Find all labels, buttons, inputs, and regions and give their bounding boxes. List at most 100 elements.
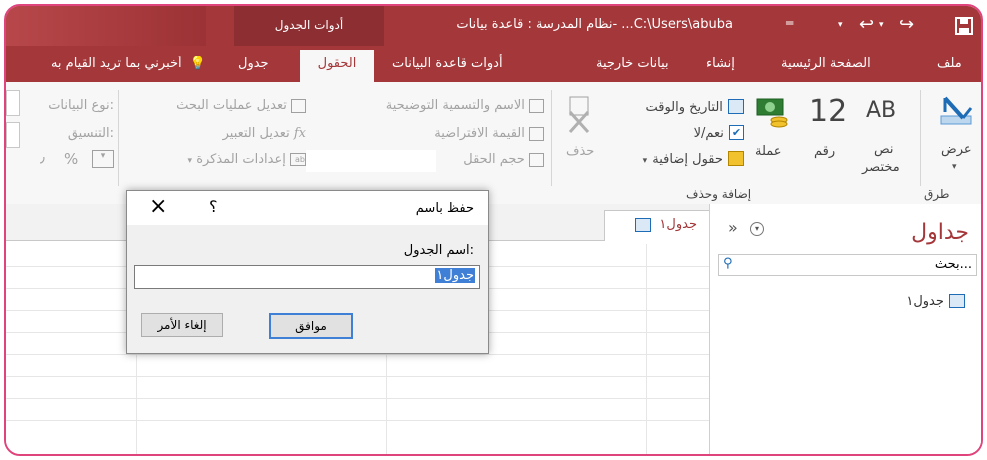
nav-search-box[interactable]: بحث... ⚲ [718, 254, 977, 276]
lightbulb-icon: 💡 [189, 56, 206, 71]
number-button[interactable]: رقم [814, 144, 835, 159]
table-icon [635, 218, 651, 232]
dialog-title-bar: حفظ باسم ؟ × [127, 191, 488, 225]
delete-icon [568, 96, 590, 134]
nav-item-label: جدول١ [906, 294, 944, 309]
app-window: ↪ ▾ ↩ ▾ ═ نظام المدرسة : قاعدة بيانات- .… [4, 4, 983, 456]
nav-item-table1[interactable]: جدول١ [906, 290, 965, 309]
tab-create[interactable]: إنشاء [706, 56, 735, 71]
default-value-button[interactable]: القيمة الافتراضية [324, 126, 544, 141]
table-tools-header: أدوات الجدول [234, 6, 384, 46]
tab-database-tools[interactable]: أدوات قاعدة البيانات [392, 56, 503, 71]
calendar-icon [728, 99, 744, 114]
checkbox-icon: ✔ [729, 125, 744, 140]
format-label: التنسيق: [67, 126, 114, 141]
ribbon-tabs: ملف الصفحة الرئيسية إنشاء بيانات خارجية … [6, 46, 981, 82]
table-tools-label: أدوات الجدول [274, 18, 344, 32]
more-fields-button[interactable]: ▾ حقول إضافية [624, 148, 744, 167]
more-fields-icon [728, 151, 744, 166]
collapse-pane-icon[interactable]: » [728, 218, 738, 237]
grid-row-line [6, 354, 712, 355]
title-bar: ↪ ▾ ↩ ▾ ═ نظام المدرسة : قاعدة بيانات- .… [6, 6, 981, 46]
navigation-pane: جداول » ▾ بحث... ⚲ جدول١ [709, 204, 981, 454]
group-divider-3 [118, 90, 119, 186]
default-value-icon [529, 126, 544, 141]
cancel-button[interactable]: إلغاء الأمر [141, 313, 223, 337]
short-text-label-1[interactable]: نص [874, 142, 894, 157]
view-button[interactable]: عرض [941, 142, 972, 157]
chevron-down-icon: ▾ [187, 156, 193, 166]
document-tab-label: جدول١ [659, 217, 697, 232]
search-icon[interactable]: ⚲ [723, 256, 733, 271]
currency-button[interactable]: عملة [755, 144, 782, 159]
name-caption-label: الاسم والتسمية التوضيحية [385, 98, 525, 113]
ok-button[interactable]: موافق [269, 313, 353, 339]
datetime-label: التاريخ والوقت [645, 100, 723, 115]
tell-me-box[interactable]: أخبرني بما تريد القيام به 💡 [6, 56, 206, 71]
data-type-dropdown[interactable] [6, 90, 20, 116]
name-caption-icon [529, 98, 544, 113]
yes-no-button[interactable]: نعم/لا ✔ [656, 122, 744, 141]
group-divider-2 [551, 90, 552, 186]
nav-pane-title: جداول [911, 220, 969, 245]
memo-settings-label: إعدادات المذكرة [196, 152, 286, 167]
percent-button[interactable]: % [64, 150, 78, 168]
format-dropdown[interactable] [6, 122, 20, 148]
field-size-label: حجم الحقل [463, 152, 525, 167]
table-name-value: جدول١ [435, 268, 475, 283]
modify-expression-label: تعديل التعبير [222, 126, 290, 141]
fx-icon: fx [293, 126, 306, 141]
undo-dropdown-icon[interactable]: ▾ [838, 20, 843, 30]
group-divider [920, 90, 921, 186]
grid-row-line [6, 376, 712, 377]
nav-menu-icon[interactable]: ▾ [750, 222, 764, 236]
short-text-icon: AB [866, 98, 897, 123]
tab-fields[interactable]: الحقول [300, 50, 374, 82]
grid-row-line [6, 398, 712, 399]
help-button[interactable]: ؟ [209, 197, 218, 216]
table-name-input[interactable]: جدول١ [134, 265, 480, 289]
window-title: نظام المدرسة : قاعدة بيانات- ...C:\Users… [456, 17, 733, 32]
modify-lookups-label: تعديل عمليات البحث [176, 98, 287, 113]
tab-table[interactable]: جدول [238, 56, 269, 71]
datetime-button[interactable]: التاريخ والوقت [624, 96, 744, 115]
tab-fields-label: الحقول [317, 56, 357, 71]
redo-dropdown-icon[interactable]: ▾ [879, 20, 884, 30]
data-type-label: نوع البيانات: [48, 98, 114, 113]
tab-external-data[interactable]: بيانات خارجية [596, 56, 669, 71]
lookup-icon [291, 98, 306, 113]
modify-lookups-button[interactable]: تعديل عمليات البحث [126, 98, 306, 113]
memo-settings-button[interactable]: ▾ إعدادات المذكرة ab [126, 152, 306, 167]
memo-icon: ab [290, 153, 306, 166]
delete-button[interactable]: حذف [566, 144, 594, 159]
comma-button[interactable]: ٫ [40, 148, 45, 166]
field-size-icon [529, 152, 544, 167]
default-value-label: القيمة الافتراضية [434, 126, 525, 141]
short-text-label-2[interactable]: مختصر [862, 160, 900, 175]
field-size-label-wrap: حجم الحقل [436, 152, 544, 167]
view-icon[interactable] [939, 94, 975, 128]
currency-format-icon[interactable]: ▾ [92, 150, 114, 168]
chevron-down-icon: ▾ [642, 156, 648, 166]
save-as-dialog: حفظ باسم ؟ × اسم الجدول: جدول١ موافق إلغ… [126, 190, 489, 354]
dialog-title: حفظ باسم [415, 201, 474, 216]
grid-row-line [6, 420, 712, 421]
more-fields-label: حقول إضافية [652, 152, 723, 167]
number-icon: 12 [809, 94, 848, 129]
tab-file[interactable]: ملف [937, 56, 962, 71]
tab-home[interactable]: الصفحة الرئيسية [781, 56, 871, 71]
save-icon[interactable] [955, 17, 973, 35]
customize-qat-icon[interactable]: ═ [786, 16, 793, 30]
redo-icon[interactable]: ↪ [899, 14, 914, 35]
close-button[interactable]: × [149, 194, 167, 219]
table-name-label: اسم الجدول: [403, 243, 474, 258]
name-caption-button[interactable]: الاسم والتسمية التوضيحية [324, 98, 544, 113]
table-icon [949, 293, 965, 308]
view-dropdown-icon[interactable]: ▾ [952, 162, 957, 172]
nav-search-placeholder: بحث... [934, 257, 972, 272]
undo-icon[interactable]: ↩ [859, 14, 874, 35]
field-size-input[interactable] [306, 150, 436, 172]
tell-me-text: أخبرني بما تريد القيام به [50, 56, 182, 71]
document-tab[interactable]: جدول١ [604, 210, 714, 241]
modify-expression-button[interactable]: تعديل التعبير fx [126, 126, 306, 141]
